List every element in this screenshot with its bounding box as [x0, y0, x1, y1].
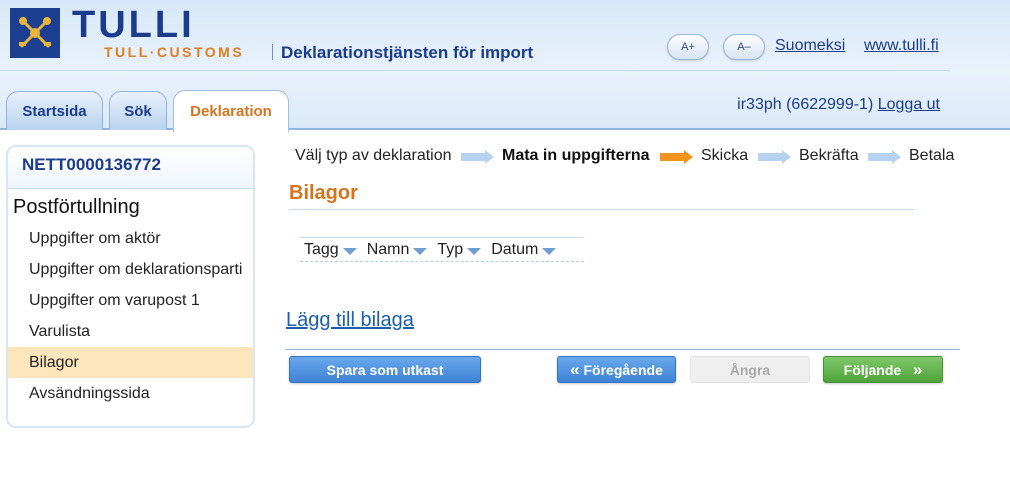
sidebar-item-avsandningssida[interactable]: Avsändningssida [8, 378, 253, 409]
logout-link[interactable]: Logga ut [878, 96, 940, 113]
language-link[interactable]: Suomeksi [775, 37, 845, 55]
tab-startsida[interactable]: Startsida [6, 91, 103, 130]
step-label: Skicka [701, 147, 749, 164]
sidebar-item-varupost[interactable]: Uppgifter om varupost 1 [8, 285, 253, 316]
column-label: Tagg [304, 240, 339, 258]
user-info: ir33ph (6622999-1) Logga ut [737, 96, 940, 114]
step-arrow-current-icon [660, 150, 693, 164]
title-divider [289, 209, 914, 210]
user-id: ir33ph (6622999-1) [737, 96, 874, 113]
sidebar-item-aktor[interactable]: Uppgifter om aktör [8, 223, 253, 254]
attachments-table-header: Tagg Namn Typ Datum [300, 237, 584, 262]
tab-sok[interactable]: Sök [109, 91, 167, 130]
page-title: Bilagor [289, 182, 358, 204]
service-title: Deklarationstjänsten för import [281, 43, 534, 62]
customs-emblem-icon [10, 8, 60, 58]
previous-button[interactable]: « Föregående [557, 356, 676, 383]
add-attachment-link[interactable]: Lägg till bilaga [286, 309, 414, 332]
sort-down-icon [342, 247, 357, 255]
header-divider [272, 44, 273, 60]
undo-button[interactable]: Ångra [690, 356, 810, 383]
step-label: Betala [909, 147, 955, 164]
column-typ[interactable]: Typ [433, 240, 482, 259]
column-label: Namn [366, 240, 410, 258]
column-label: Datum [491, 240, 539, 258]
next-button[interactable]: Följande » [823, 356, 943, 383]
double-chevron-left-icon: « [570, 360, 580, 379]
font-decrease-button[interactable]: A– [723, 34, 765, 60]
sort-down-icon [413, 247, 428, 255]
sort-down-icon [542, 247, 557, 255]
tab-deklaration[interactable]: Deklaration [173, 90, 289, 132]
actions-divider [285, 349, 960, 350]
column-label: Typ [437, 240, 464, 258]
step-arrow-icon [461, 150, 494, 164]
sidebar-item-bilagor[interactable]: Bilagor [8, 347, 253, 378]
sidebar-section-title: Postförtullning [13, 196, 140, 218]
step-label-current: Mata in uppgifterna [502, 147, 650, 164]
save-draft-button[interactable]: Spara som utkast [289, 356, 481, 383]
column-tagg[interactable]: Tagg [300, 241, 357, 259]
logo-wordmark: TULLI [72, 4, 195, 46]
step-label: Välj typ av deklaration [295, 147, 452, 164]
sidebar: NETT0000136772 Postförtullning Uppgifter… [6, 145, 255, 428]
column-datum[interactable]: Datum [487, 240, 557, 259]
sidebar-item-varulista[interactable]: Varulista [8, 316, 253, 347]
declaration-id: NETT0000136772 [8, 147, 253, 189]
step-arrow-icon [868, 150, 901, 164]
step-label: Bekräfta [799, 147, 859, 164]
header-rule [0, 70, 950, 71]
step-arrow-icon [758, 150, 791, 164]
previous-label: Föregående [583, 361, 663, 378]
logo-subtitle: TULL·CUSTOMS [104, 44, 245, 60]
tulli-site-link[interactable]: www.tulli.fi [864, 37, 939, 55]
double-chevron-right-icon: » [912, 360, 923, 379]
sidebar-item-deklarationsparti[interactable]: Uppgifter om deklarationsparti [8, 254, 253, 285]
page-header: TULLI TULL·CUSTOMS Deklarationstjänsten … [0, 0, 1010, 132]
font-increase-button[interactable]: A+ [667, 34, 709, 60]
sort-down-icon [467, 247, 482, 255]
column-namn[interactable]: Namn [363, 241, 428, 259]
next-label: Följande [843, 361, 902, 378]
